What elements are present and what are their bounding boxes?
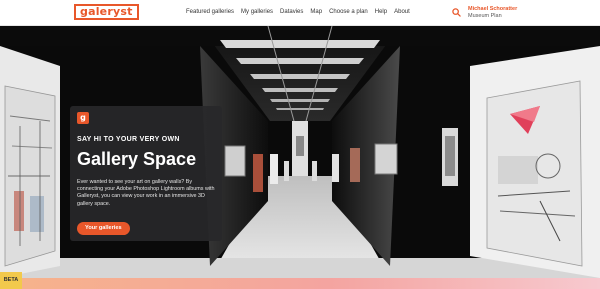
search-icon[interactable] [452,8,461,17]
hero-eyebrow: SAY HI TO YOUR VERY OWN [77,136,180,143]
bottom-gradient-bar [0,278,600,289]
nav-about[interactable]: About [394,9,410,15]
beta-badge: BETA [0,272,22,289]
hero-description: Ever wanted to see your art on gallery w… [77,179,215,207]
galeryst-logo-icon: g [77,112,89,124]
main-nav: Featured galleries My galleries Datavies… [186,9,410,15]
user-plan: Museum Plan [468,13,502,19]
your-galleries-button[interactable]: Your galleries [77,222,130,235]
nav-choose-plan[interactable]: Choose a plan [329,9,368,15]
user-name: Michael Schoratter [468,6,518,12]
galeryst-logo[interactable]: galeryst [74,4,139,20]
top-header: galeryst Featured galleries My galleries… [0,0,600,26]
nav-my-galleries[interactable]: My galleries [241,9,273,15]
nav-datavies[interactable]: Datavies [280,9,303,15]
user-account[interactable]: Michael Schoratter Museum Plan [468,6,517,20]
hero-title: Gallery Space [77,149,197,169]
hero-card: g SAY HI TO YOUR VERY OWN Gallery Space … [70,106,222,241]
nav-help[interactable]: Help [375,9,387,15]
nav-map[interactable]: Map [310,9,322,15]
nav-featured-galleries[interactable]: Featured galleries [186,9,234,15]
hero-gallery-scene: g SAY HI TO YOUR VERY OWN Gallery Space … [0,26,600,278]
